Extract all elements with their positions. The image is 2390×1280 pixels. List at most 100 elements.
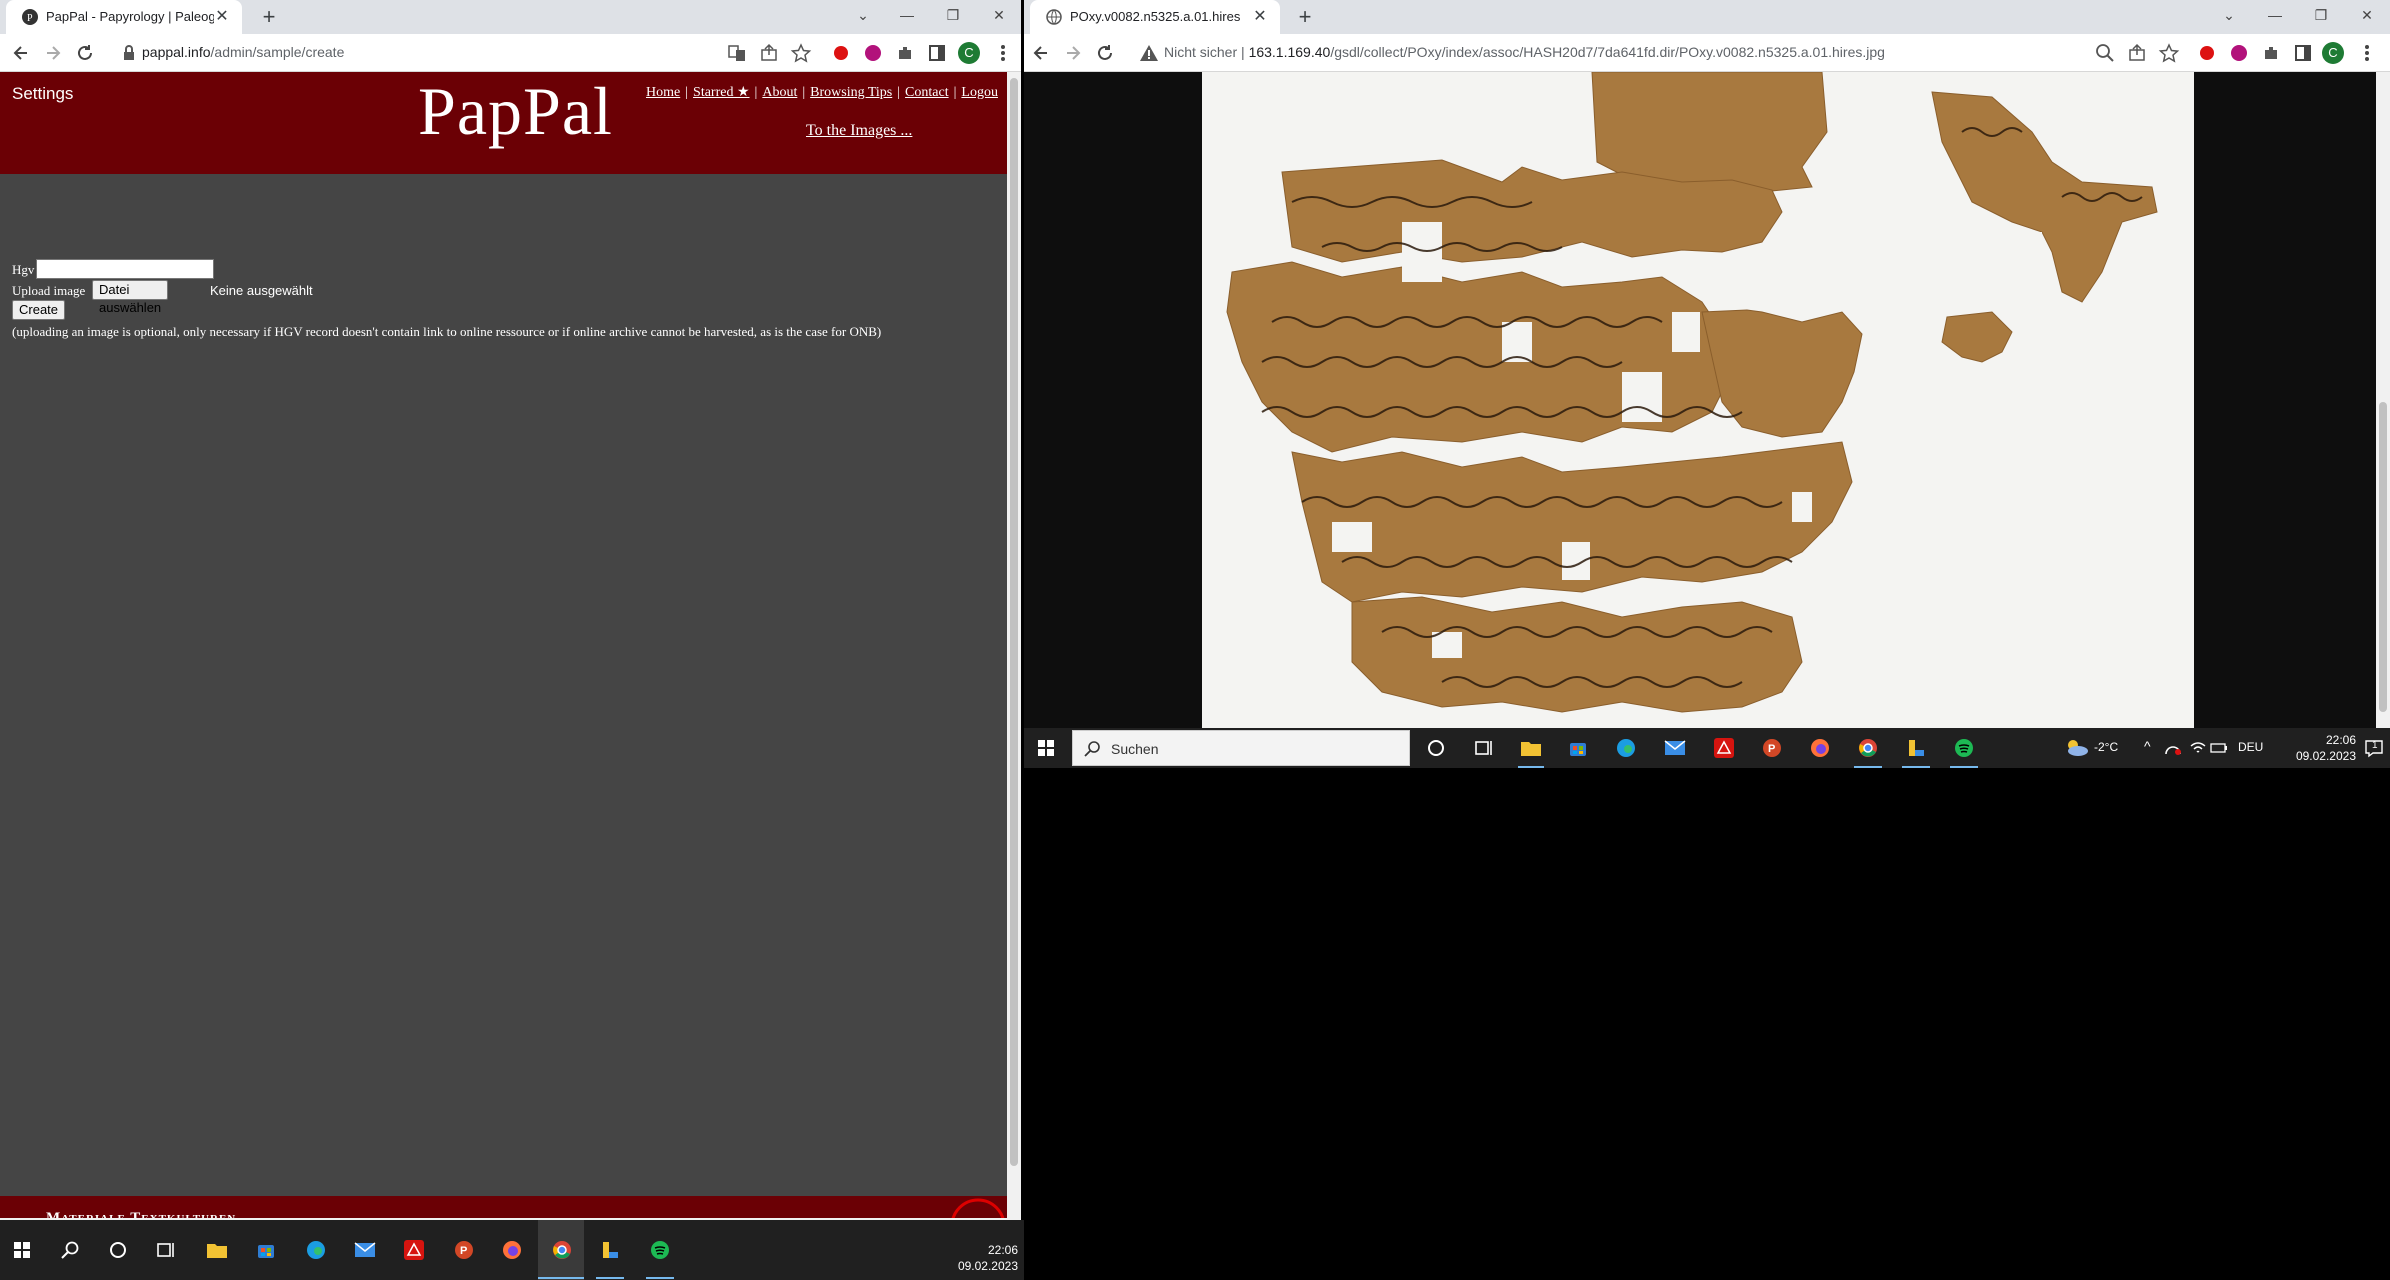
restore-button[interactable]: ❐: [2298, 0, 2344, 30]
zoom-icon[interactable]: [2094, 42, 2116, 64]
extension-purple-icon[interactable]: [2228, 42, 2250, 64]
task-view-icon[interactable]: [1474, 738, 1494, 758]
warning-icon[interactable]: [1138, 42, 1160, 64]
chrome-icon[interactable]: [552, 1240, 572, 1260]
back-icon[interactable]: [10, 42, 32, 64]
profile-avatar[interactable]: C: [2322, 42, 2344, 64]
tab-close-icon[interactable]: ✕: [212, 7, 232, 27]
nav-contact[interactable]: Contact: [905, 85, 949, 100]
close-window-button[interactable]: ✕: [976, 0, 1021, 30]
extensions-puzzle-icon[interactable]: [894, 42, 916, 64]
address-bar[interactable]: pappal.info/admin/sample/create: [142, 44, 344, 60]
close-window-button[interactable]: ✕: [2344, 0, 2390, 30]
battery-icon[interactable]: [2210, 740, 2228, 756]
cortana-icon[interactable]: [1426, 738, 1446, 758]
nav-browsing-tips[interactable]: Browsing Tips: [810, 85, 892, 100]
extension-purple-icon[interactable]: [862, 42, 884, 64]
tab-close-icon[interactable]: ✕: [1250, 7, 1270, 27]
profile-avatar[interactable]: C: [958, 42, 980, 64]
nav-about[interactable]: About: [762, 85, 797, 100]
mail-icon[interactable]: [1664, 738, 1686, 758]
acrobat-icon[interactable]: [1714, 738, 1734, 758]
powerpoint-icon[interactable]: P: [1762, 738, 1782, 758]
forward-icon[interactable]: [1062, 42, 1084, 64]
taskbar-search-box[interactable]: Suchen: [1072, 730, 1410, 766]
vertical-scrollbar[interactable]: [2376, 72, 2390, 728]
forward-icon[interactable]: [42, 42, 64, 64]
side-panel-icon[interactable]: [926, 42, 948, 64]
taskbar-clock[interactable]: 22:06 09.02.2023: [2270, 732, 2356, 764]
share-icon[interactable]: [2126, 42, 2148, 64]
tab-poxy-image[interactable]: POxy.v0082.n5325.a.01.hires.jpg ✕: [1030, 0, 1280, 34]
tab-search-chevron-icon[interactable]: ⌄: [2206, 0, 2252, 30]
powerpoint-icon[interactable]: P: [454, 1240, 474, 1260]
svg-text:P: P: [460, 1245, 467, 1257]
new-tab-button[interactable]: +: [1292, 5, 1318, 31]
file-explorer-icon[interactable]: [1520, 738, 1542, 758]
search-icon[interactable]: [60, 1240, 80, 1260]
side-panel-icon[interactable]: [2292, 42, 2314, 64]
settings-link[interactable]: Settings: [12, 84, 73, 104]
nav-starred[interactable]: Starred ★: [693, 85, 749, 100]
start-icon[interactable]: [14, 1242, 30, 1258]
browser-menu-icon[interactable]: [992, 42, 1014, 64]
tab-search-chevron-icon[interactable]: ⌄: [840, 0, 886, 30]
nav-logout[interactable]: Logou: [961, 85, 998, 100]
spotify-icon[interactable]: [650, 1240, 670, 1260]
papyrus-fragment-graphic: [1226, 72, 2158, 713]
restore-button[interactable]: ❐: [930, 0, 976, 30]
bookmark-star-icon[interactable]: [790, 42, 812, 64]
network-icon[interactable]: [2190, 740, 2206, 756]
vertical-scrollbar[interactable]: [1007, 72, 1021, 1220]
chrome-icon[interactable]: [1858, 738, 1878, 758]
task-view-icon[interactable]: [156, 1240, 176, 1260]
create-button[interactable]: Create: [12, 300, 66, 320]
hgv-input[interactable]: [36, 259, 214, 279]
translate-icon[interactable]: [726, 42, 748, 64]
extension-red-icon[interactable]: [2196, 42, 2218, 64]
browser-toolbar: Nicht sicher | 163.1.169.40/gsdl/collect…: [1024, 34, 2390, 72]
back-icon[interactable]: [1030, 42, 1052, 64]
pappal-logo[interactable]: PapPal: [418, 72, 613, 151]
extensions-puzzle-icon[interactable]: [2260, 42, 2282, 64]
bookmark-star-icon[interactable]: [2158, 42, 2180, 64]
firefox-icon[interactable]: [1810, 738, 1830, 758]
spotify-icon[interactable]: [1954, 738, 1974, 758]
tray-chevron-icon[interactable]: ^: [2144, 738, 2151, 754]
right-browser-window: POxy.v0082.n5325.a.01.hires.jpg ✕ + ⌄ — …: [1024, 0, 2390, 728]
address-bar[interactable]: Nicht sicher | 163.1.169.40/gsdl/collect…: [1164, 44, 1885, 60]
acrobat-icon[interactable]: [404, 1240, 424, 1260]
browser-menu-icon[interactable]: [2356, 42, 2378, 64]
edge-icon[interactable]: [306, 1240, 326, 1260]
file-manager-icon[interactable]: [600, 1240, 620, 1260]
weather-temperature[interactable]: -2°C: [2094, 740, 2118, 754]
clock-time: 22:06: [987, 1243, 1018, 1257]
choose-file-button[interactable]: Datei auswählen: [92, 280, 169, 315]
share-icon[interactable]: [758, 42, 780, 64]
file-explorer-icon[interactable]: [206, 1240, 228, 1260]
reload-icon[interactable]: [1094, 42, 1116, 64]
edge-icon[interactable]: [1616, 738, 1636, 758]
language-indicator[interactable]: DEU: [2238, 740, 2263, 754]
store-icon[interactable]: [256, 1240, 276, 1260]
new-tab-button[interactable]: +: [256, 5, 282, 31]
start-icon[interactable]: [1038, 740, 1054, 756]
papyrus-image[interactable]: [1202, 72, 2194, 728]
to-the-images-link[interactable]: To the Images ...: [806, 122, 912, 140]
minimize-button[interactable]: —: [884, 0, 930, 30]
store-icon[interactable]: [1568, 738, 1588, 758]
firefox-icon[interactable]: [502, 1240, 522, 1260]
extension-red-icon[interactable]: [830, 42, 852, 64]
tray-security-icon[interactable]: [2164, 740, 2182, 756]
reload-icon[interactable]: [74, 42, 96, 64]
weather-cloud-icon[interactable]: [2064, 738, 2090, 758]
cortana-icon[interactable]: [108, 1240, 128, 1260]
tab-pappal[interactable]: P PapPal - Papyrology | Paleograph... ✕: [6, 0, 242, 34]
browser-toolbar: pappal.info/admin/sample/create C: [0, 34, 1021, 72]
lock-icon[interactable]: [118, 42, 140, 64]
nav-home[interactable]: Home: [646, 85, 680, 100]
mail-icon[interactable]: [354, 1240, 376, 1260]
minimize-button[interactable]: —: [2252, 0, 2298, 30]
file-manager-icon[interactable]: [1906, 738, 1926, 758]
taskbar-clock[interactable]: 22:06 09.02.2023: [930, 1242, 1018, 1274]
